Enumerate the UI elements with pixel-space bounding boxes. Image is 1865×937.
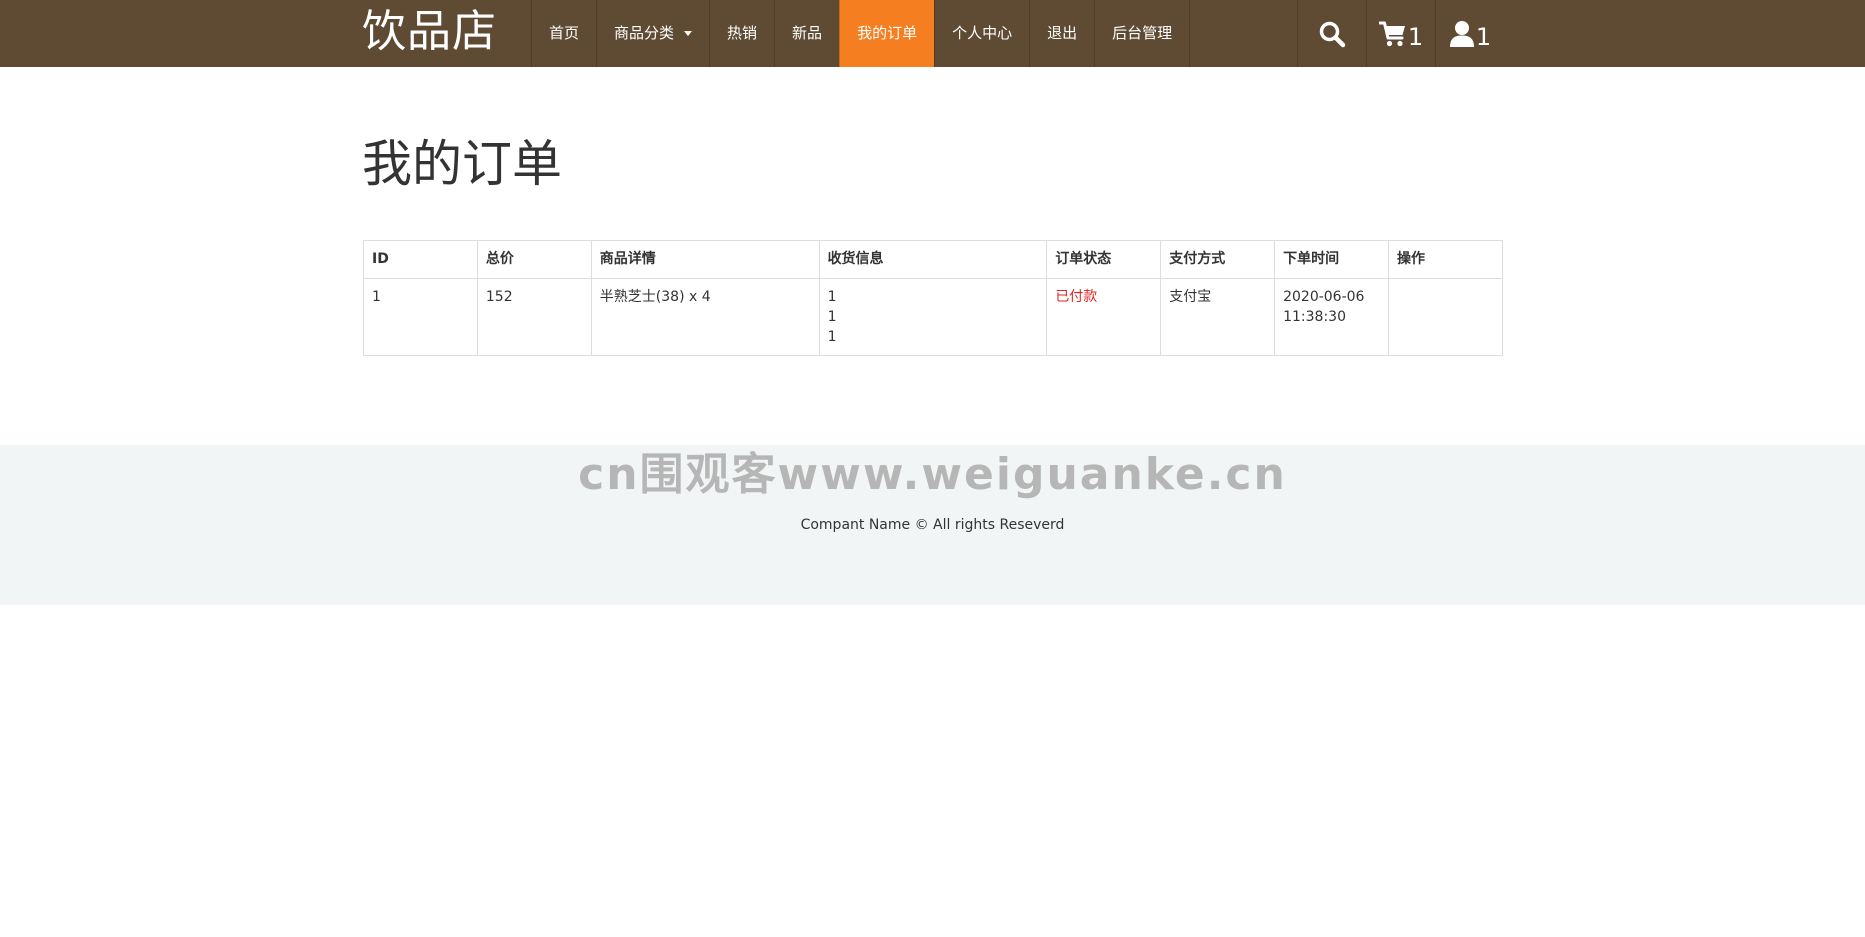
column-header-id: ID: [363, 240, 478, 279]
column-header-items: 商品详情: [590, 240, 820, 279]
nav-item-new[interactable]: 新品: [774, 0, 839, 67]
copyright-text: Compant Name © All rights Reseverd: [800, 517, 1065, 533]
table-row: 1 152 半熟芝士(38) x 4 1 1 1 已付款 支付宝 2020-06…: [363, 278, 1503, 356]
cart-icon: [1378, 21, 1405, 46]
search-icon: [1319, 21, 1346, 47]
order-time: 11:38:30: [1283, 309, 1346, 325]
brand-logo[interactable]: 饮品店: [362, 0, 497, 67]
nav-item-label: 热销: [727, 24, 758, 42]
shipping-line: 1: [827, 329, 837, 345]
user-icon: [1449, 20, 1474, 47]
nav-item-label: 个人中心: [952, 24, 1013, 42]
cell-order-id: 1: [363, 278, 478, 356]
cell-shipping-info: 1 1 1: [818, 278, 1048, 356]
column-header-total: 总价: [476, 240, 592, 279]
nav-item-label: 新品: [792, 24, 823, 42]
nav-item-home[interactable]: 首页: [531, 0, 596, 67]
cell-order-total: 152: [476, 278, 592, 356]
watermark-text: cn围观客www.weiguanke.cn: [578, 449, 1287, 500]
nav-item-logout[interactable]: 退出: [1029, 0, 1094, 67]
column-header-shipping: 收货信息: [818, 240, 1048, 279]
column-header-status: 订单状态: [1046, 240, 1162, 279]
orders-table: ID 总价 商品详情 收货信息 订单状态 支付方式 下单时间 操作 1 152 …: [363, 240, 1503, 356]
cell-order-status: 已付款: [1046, 278, 1162, 356]
nav-item-categories-dropdown[interactable]: 商品分类: [596, 0, 709, 67]
cell-order-time: 2020-06-06 11:38:30: [1274, 278, 1390, 356]
cart-count-badge: 1: [1407, 22, 1424, 51]
nav-item-hot[interactable]: 热销: [709, 0, 774, 67]
page-title: 我的订单: [362, 135, 562, 193]
main-nav: 首页 商品分类 热销 新品 我的订单 个人中心 退出 后台管理: [531, 0, 1191, 67]
nav-item-my-orders[interactable]: 我的订单: [839, 0, 935, 67]
column-header-payment: 支付方式: [1160, 240, 1276, 279]
nav-item-label: 首页: [549, 24, 580, 42]
nav-item-label: 我的订单: [857, 24, 918, 42]
cell-payment-method: 支付宝: [1160, 278, 1276, 356]
column-header-actions: 操作: [1388, 240, 1503, 279]
column-header-date: 下单时间: [1274, 240, 1390, 279]
cell-order-actions: [1388, 278, 1503, 356]
user-count-badge: 1: [1475, 22, 1492, 51]
table-header-row: ID 总价 商品详情 收货信息 订单状态 支付方式 下单时间 操作: [363, 240, 1503, 279]
shipping-line: 1: [827, 289, 837, 305]
nav-item-label: 退出: [1047, 24, 1078, 42]
cell-order-items: 半熟芝士(38) x 4: [590, 278, 820, 356]
nav-item-label: 后台管理: [1112, 24, 1173, 42]
user-button[interactable]: 1: [1435, 0, 1504, 67]
nav-item-profile[interactable]: 个人中心: [934, 0, 1029, 67]
nav-item-label: 商品分类: [614, 24, 675, 42]
nav-actions: 1 1: [1297, 0, 1504, 67]
page-footer: cn围观客www.weiguanke.cn Compant Name © All…: [0, 445, 1865, 605]
cart-button[interactable]: 1: [1366, 0, 1435, 67]
caret-down-icon: [684, 31, 693, 36]
top-navbar: 饮品店 首页 商品分类 热销 新品 我的订单 个人中心 退出 后台管理 1 1: [0, 0, 1865, 67]
nav-item-admin[interactable]: 后台管理: [1094, 0, 1191, 67]
order-date: 2020-06-06: [1283, 289, 1365, 305]
search-button[interactable]: [1297, 0, 1366, 67]
shipping-line: 1: [827, 309, 837, 325]
